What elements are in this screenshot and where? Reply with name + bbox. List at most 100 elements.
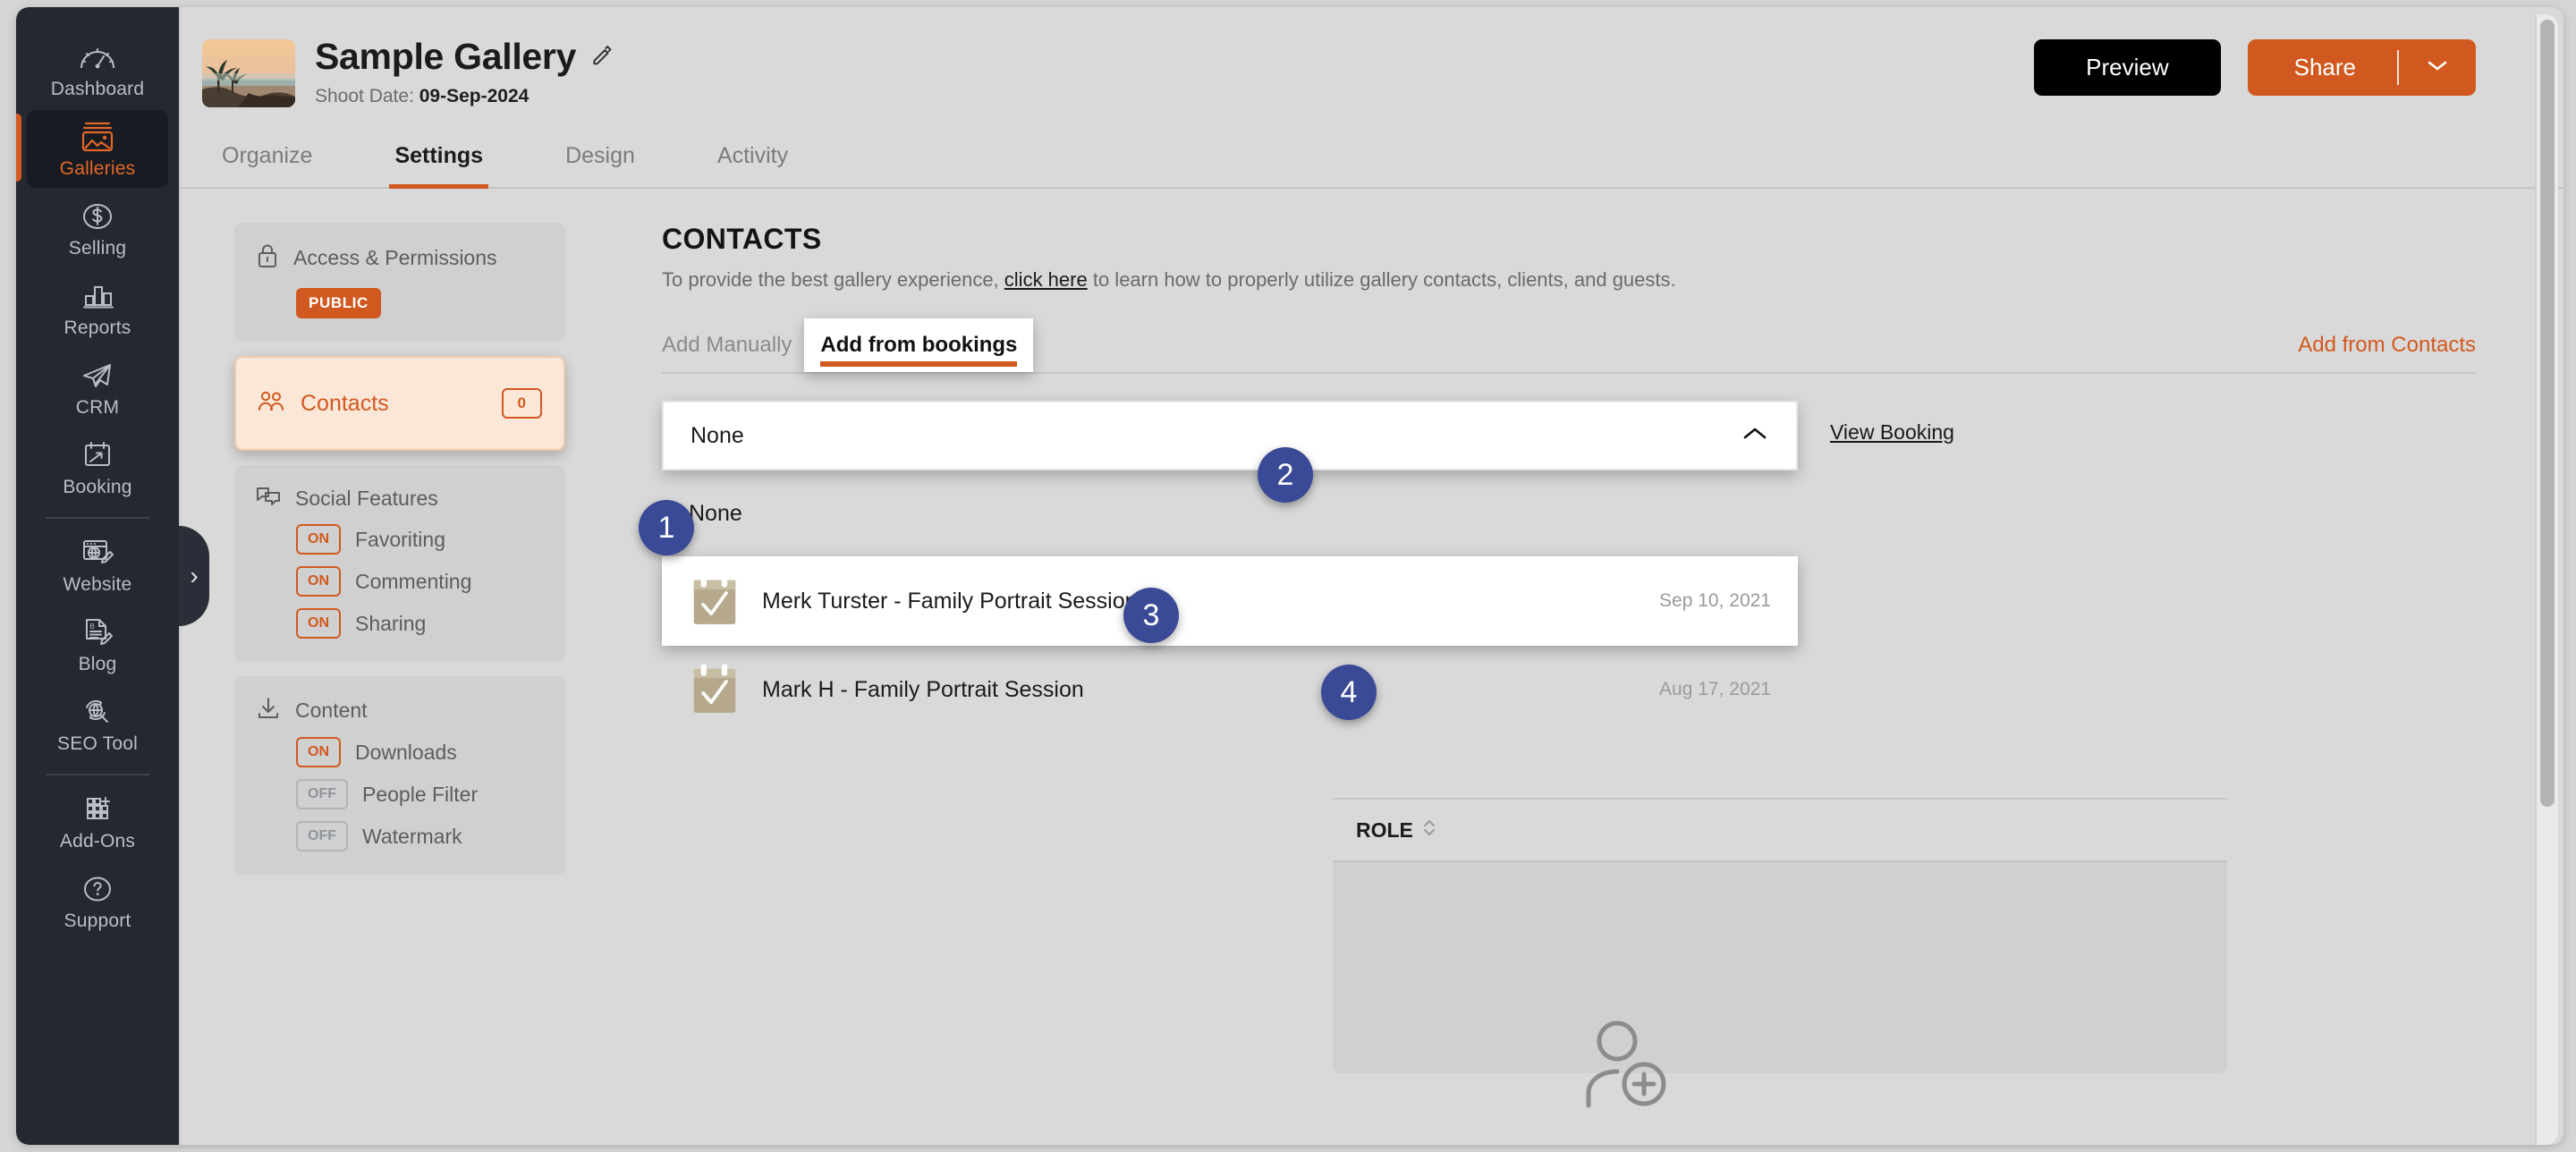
annotation-badge-2: 2 [1258,447,1313,503]
sidebar-item-label: Reports [64,318,131,338]
gallery-thumbnail[interactable] [202,39,295,107]
description-after: to learn how to properly utilize gallery… [1092,268,1676,291]
chevron-up-icon [1741,425,1769,447]
sidebar-divider [46,517,149,519]
sidebar-item-galleries[interactable]: Galleries [16,108,179,188]
dropdown-option-none[interactable]: None [662,470,1798,556]
active-accent-bar [16,114,21,182]
contacts-empty-state [1333,862,2227,1073]
sidebar-item-label: CRM [75,397,120,418]
annotation-badge-1: 1 [639,500,694,555]
sidebar-item-label: Galleries [59,158,136,179]
main-content: Sample Gallery Shoot Date: 09-Sep-2024 P… [179,7,2563,1145]
dropdown-option-label: Mark H - Family Portrait Session [762,676,1084,702]
toggle-downloads[interactable]: ON Downloads [296,737,544,767]
page-title: Sample Gallery [315,36,577,77]
gallery-header: Sample Gallery Shoot Date: 09-Sep-2024 P… [181,7,2563,114]
view-booking-link[interactable]: View Booking [1830,420,1954,445]
dropdown-option-merk-turster[interactable]: Merk Turster - Family Portrait Session S… [662,556,1798,646]
toggle-label: Watermark [362,824,462,848]
edit-pencil-icon[interactable] [590,43,614,71]
section-title-contacts: Contacts [301,390,389,416]
settings-section-content[interactable]: Content ON Downloads OFF People Filter O… [234,676,565,875]
toggle-watermark[interactable]: OFF Watermark [296,821,544,851]
toggle-label: Sharing [355,611,427,635]
annotation-badge-4: 4 [1321,665,1377,720]
shoot-date-label: Shoot Date: [315,86,414,106]
calendar-arrow-icon [80,436,114,474]
sidebar-collapse-toggle[interactable]: › [179,526,209,626]
click-here-link[interactable]: click here [1004,268,1088,291]
sidebar-item-add-ons[interactable]: Add-Ons [16,781,179,860]
column-header-role[interactable]: ROLE [1356,817,1436,843]
sidebar-item-label: Selling [68,238,127,258]
sidebar-item-booking[interactable]: Booking [16,427,179,506]
toggle-label: Commenting [355,569,472,593]
subtab-add-from-bookings[interactable]: Add from bookings [804,318,1034,372]
shoot-date: Shoot Date: 09-Sep-2024 [315,86,614,107]
section-title-social: Social Features [295,487,438,510]
tab-settings[interactable]: Settings [389,136,488,189]
sidebar-item-dashboard[interactable]: Dashboard [16,29,179,108]
settings-section-social[interactable]: Social Features ON Favoriting ON Comment… [234,465,565,662]
sidebar-item-label: Add-Ons [59,831,136,851]
tab-activity[interactable]: Activity [712,136,793,187]
booking-select[interactable]: None [662,401,1798,470]
sidebar-item-support[interactable]: Support [16,860,179,940]
toggle-sharing[interactable]: ON Sharing [296,608,544,639]
contacts-pane: CONTACTS To provide the best gallery exp… [662,223,2563,889]
sidebar-item-website[interactable]: Website [16,524,179,604]
dropdown-option-label: None [689,500,742,526]
sidebar-item-label: Booking [63,477,132,497]
toggle-people-filter[interactable]: OFF People Filter [296,779,544,809]
booking-dropdown-list: None Merk Turster - Family Portrait Sess… [662,470,1798,733]
sidebar-item-blog[interactable]: B Blog [16,604,179,683]
chevron-right-icon: › [190,562,199,589]
toggle-label: Downloads [355,740,457,764]
download-icon [256,696,281,725]
shoot-date-value: 09-Sep-2024 [419,86,530,106]
add-from-contacts-link[interactable]: Add from Contacts [2298,333,2476,372]
column-header-role-label: ROLE [1356,817,1413,842]
sidebar-item-selling[interactable]: Selling [16,188,179,267]
calendar-check-icon [689,662,741,717]
browser-globe-pencil-icon [80,534,115,572]
toggle-state: ON [296,524,341,555]
settings-section-access[interactable]: Access & Permissions PUBLIC [234,223,565,342]
status-badge-public: PUBLIC [296,288,381,318]
toggle-commenting[interactable]: ON Commenting [296,566,544,597]
main-sidebar: Dashboard Galleries Selling Reports CRM … [16,7,179,1145]
screenshot-root: Dashboard Galleries Selling Reports CRM … [0,0,2576,1152]
share-dropdown-toggle[interactable] [2399,39,2476,96]
app-window: Dashboard Galleries Selling Reports CRM … [16,7,2563,1145]
toggle-state: ON [296,608,341,639]
settings-body: Access & Permissions PUBLIC Contacts 0 S… [181,189,2563,889]
subtab-add-manually[interactable]: Add Manually [662,333,792,372]
preview-button[interactable]: Preview [2034,39,2221,96]
sidebar-item-label: Website [63,574,132,595]
toggle-state: ON [296,737,341,767]
share-button[interactable]: Share [2248,39,2397,96]
section-title-content: Content [295,699,368,722]
grid-plus-icon [80,791,114,828]
document-pencil-icon: B [80,614,114,651]
contacts-heading: CONTACTS [662,223,822,255]
bar-chart-icon [80,277,115,315]
toggle-state: OFF [296,779,348,809]
sidebar-item-reports[interactable]: Reports [16,267,179,347]
sort-icon[interactable] [1422,817,1436,843]
question-circle-icon [80,870,114,908]
toggle-state: ON [296,566,341,597]
scrollbar-thumb[interactable] [2540,20,2555,807]
sidebar-divider [46,774,149,775]
tab-organize[interactable]: Organize [216,136,318,187]
dropdown-option-date: Aug 17, 2021 [1659,679,1771,699]
sidebar-item-crm[interactable]: CRM [16,347,179,427]
settings-section-contacts[interactable]: Contacts 0 [234,356,565,451]
sidebar-item-seo-tool[interactable]: SEO Tool [16,683,179,763]
sidebar-item-label: SEO Tool [57,733,138,754]
speedometer-icon [79,38,116,76]
tab-design[interactable]: Design [560,136,640,187]
dropdown-option-mark-h[interactable]: Mark H - Family Portrait Session Aug 17,… [662,646,1798,733]
toggle-favoriting[interactable]: ON Favoriting [296,524,544,555]
